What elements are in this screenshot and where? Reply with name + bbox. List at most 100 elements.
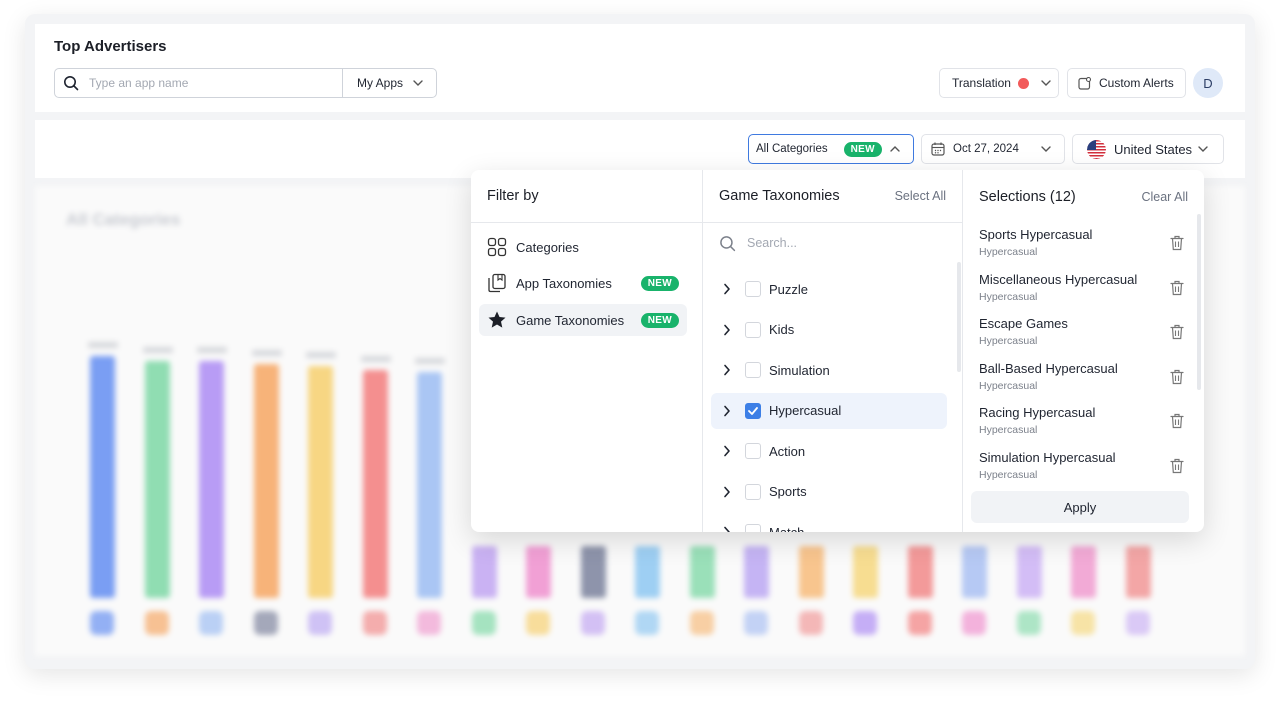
search-icon [720,235,736,251]
chart-title: All Categories [66,210,181,229]
background-bar [526,546,551,598]
trash-icon[interactable] [1170,235,1184,251]
taxonomy-item[interactable]: Kids [711,312,947,348]
background-app-icon [1016,611,1041,635]
background-app-icon [580,611,605,635]
date-label: Oct 27, 2024 [953,143,1019,155]
category-dropdown[interactable]: All Categories NEW [748,134,914,164]
selection-name: Miscellaneous Hypercasual [979,271,1138,287]
translation-toggle[interactable]: Translation [939,68,1059,98]
chevron-right-icon[interactable] [723,364,731,376]
filter-item-app-taxonomies[interactable]: App Taxonomies NEW [479,267,687,299]
background-bar [580,546,606,598]
background-bar [199,361,224,598]
custom-alerts-label: Custom Alerts [1099,76,1174,90]
filter-by-header: Filter by [471,170,702,223]
taxonomy-search-placeholder: Search... [747,236,798,250]
selection-parent: Hypercasual [979,379,1038,392]
selection-name: Simulation Hypercasual [979,449,1116,465]
background-app-icon [526,611,550,635]
taxonomy-item[interactable]: Action [711,433,947,469]
trash-icon[interactable] [1170,413,1184,429]
background-app-icon [1071,611,1095,635]
background-app-icon [853,611,877,635]
taxonomy-item[interactable]: Simulation [711,352,947,388]
alert-icon [1078,76,1091,90]
background-bar [1125,546,1151,598]
new-badge: NEW [843,141,882,157]
taxonomy-checkbox[interactable] [745,321,761,338]
us-flag-icon [1087,139,1106,159]
background-bar [471,546,497,598]
chevron-right-icon[interactable] [723,445,731,457]
selection-parent: Hypercasual [979,290,1038,303]
chevron-right-icon[interactable] [723,324,731,336]
background-app-icon [362,611,387,635]
selection-name: Sports Hypercasual [979,227,1093,242]
background-app-icon [962,611,986,635]
background-app-icon [907,611,932,635]
background-bar-label [251,350,282,356]
chevron-right-icon[interactable] [723,283,731,295]
background-bar [362,370,388,598]
taxonomy-item[interactable]: Hypercasual [711,392,947,429]
filter-item-game-taxonomies[interactable]: Game Taxonomies NEW [479,304,687,336]
background-app-icon [471,611,496,635]
taxonomy-checkbox[interactable] [745,402,761,419]
filter-item-label: Game Taxonomies [516,312,625,328]
background-bar [90,356,115,598]
taxonomy-checkbox[interactable] [745,524,761,532]
trash-icon[interactable] [1170,369,1184,385]
country-label: United States [1114,141,1193,157]
taxonomy-scrollbar[interactable] [957,262,961,372]
taxonomy-checkbox[interactable] [745,362,761,378]
taxonomy-item[interactable]: Sports [711,474,947,510]
background-bar [798,546,824,598]
background-bar [689,546,715,598]
page-title: Top Advertisers [54,38,167,55]
new-badge: NEW [640,275,679,291]
background-bar-label [88,342,118,348]
star-icon [487,310,507,330]
taxonomy-item[interactable]: Puzzle [711,271,947,307]
background-bar [253,364,279,598]
selection-item: Ball-Based Hypercasual Hypercasual [979,361,1184,392]
selections-column: Selections (12) Clear All Sports Hyperca… [963,170,1204,532]
my-apps-dropdown[interactable]: My Apps [342,69,436,97]
background-bar [1016,546,1042,598]
chevron-right-icon[interactable] [723,486,731,498]
trash-icon[interactable] [1170,458,1184,474]
selections-scrollbar[interactable] [1197,214,1201,390]
trash-icon[interactable] [1170,280,1184,296]
taxonomy-search[interactable]: Search... [719,232,797,254]
my-apps-label: My Apps [357,76,404,90]
chevron-right-icon[interactable] [723,405,731,417]
trash-icon[interactable] [1170,324,1184,340]
apply-button[interactable]: Apply [971,491,1189,523]
taxonomy-checkbox[interactable] [745,281,761,297]
filter-item-categories[interactable]: Categories [479,231,687,263]
background-app-icon [199,611,223,635]
background-app-icon [144,611,169,635]
custom-alerts-button[interactable]: Custom Alerts [1067,68,1186,98]
app-search-box: My Apps [54,68,437,98]
user-avatar[interactable]: D [1193,68,1223,98]
country-dropdown[interactable]: United States [1072,134,1224,164]
selection-item: Sports Hypercasual Hypercasual [979,227,1184,258]
clear-all-button[interactable]: Clear All [1141,190,1188,204]
select-all-button[interactable]: Select All [895,189,946,203]
background-bar-label [197,347,227,353]
category-filter-panel: Filter by Categories App Taxonomies NEW … [471,170,1204,532]
background-app-icon [635,611,659,635]
background-bar-label [142,347,173,353]
chevron-right-icon[interactable] [723,526,731,532]
selection-item: Miscellaneous Hypercasual Hypercasual [979,272,1184,303]
book-icon [487,273,507,293]
taxonomy-checkbox[interactable] [745,443,761,459]
date-dropdown[interactable]: Oct 27, 2024 [921,134,1065,164]
taxonomy-label: Action [769,443,806,459]
taxonomy-item[interactable]: Match [711,514,947,532]
taxonomy-checkbox[interactable] [745,483,761,500]
app-search-input[interactable] [89,76,329,90]
chevron-down-icon [413,80,423,86]
